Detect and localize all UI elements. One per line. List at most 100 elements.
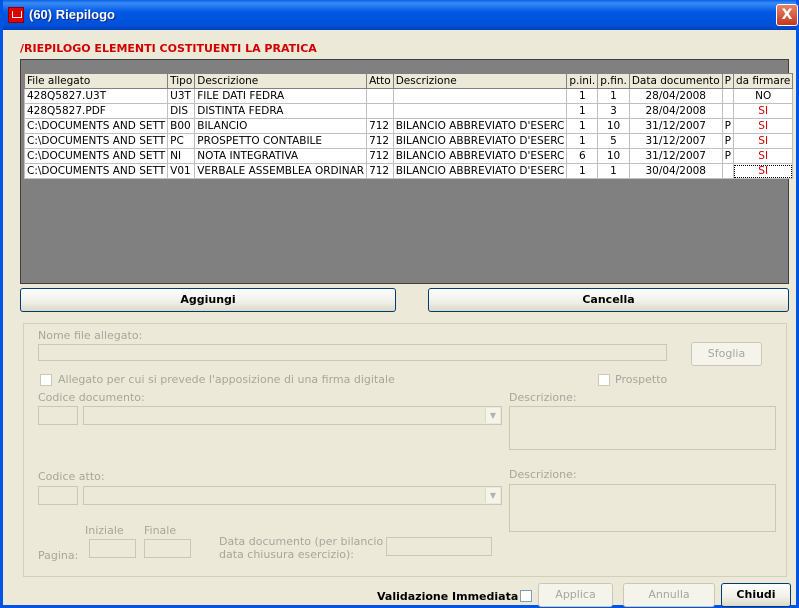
table-cell[interactable]: 712 (366, 148, 394, 164)
table-cell[interactable]: DISTINTA FEDRA (194, 103, 368, 119)
table-cell[interactable]: BILANCIO (194, 118, 368, 134)
col-descrizione[interactable]: Descrizione (194, 73, 368, 89)
table-cell[interactable]: V01 (167, 163, 196, 179)
prospetto-checkbox[interactable] (598, 374, 610, 386)
delete-button[interactable]: Cancella (428, 288, 789, 312)
col-atto[interactable]: Atto (366, 73, 394, 89)
table-cell[interactable]: C:\DOCUMENTS AND SETT (23, 118, 169, 134)
apply-button[interactable]: Applica (538, 583, 613, 607)
table-cell[interactable]: 712 (366, 133, 394, 149)
table-cell[interactable] (366, 103, 394, 119)
table-cell[interactable]: SI (732, 163, 794, 179)
table-cell[interactable] (721, 88, 734, 104)
table-cell[interactable]: PC (167, 133, 196, 149)
col-data-documento[interactable]: Data documento (628, 73, 723, 89)
table-cell[interactable]: PROSPETTO CONTABILE (194, 133, 368, 149)
table-cell[interactable]: 31/12/2007 (628, 148, 723, 164)
table-cell[interactable]: FILE DATI FEDRA (194, 88, 368, 104)
cancel-button[interactable]: Annulla (623, 583, 715, 607)
table-cell[interactable]: DIS (167, 103, 196, 119)
table-cell[interactable] (392, 88, 568, 104)
col-tipo[interactable]: Tipo (167, 73, 196, 89)
table-cell[interactable]: NO (732, 88, 794, 104)
col-p-fin[interactable]: p.fin. (597, 73, 630, 89)
close-window-button[interactable]: X (776, 4, 798, 26)
close-button[interactable]: Chiudi (721, 583, 791, 607)
table-cell[interactable]: 1 (566, 103, 599, 119)
act-code-select[interactable]: ▼ (83, 486, 502, 505)
col-da-firmare[interactable]: da firmare (732, 73, 794, 89)
chevron-down-icon[interactable]: ▼ (485, 488, 500, 503)
table-row[interactable]: C:\DOCUMENTS AND SETT B00 BILANCIO 712 BILAN… (23, 118, 794, 134)
table-row[interactable]: 428Q5827.U3T U3T FILE DATI FEDRA 1 1 28/04/20… (23, 88, 794, 104)
initial-page-input[interactable] (89, 539, 136, 558)
table-cell[interactable]: 1 (566, 163, 599, 179)
table-cell[interactable]: 10 (597, 118, 630, 134)
table-cell[interactable]: 10 (597, 148, 630, 164)
table-cell[interactable]: BILANCIO ABBREVIATO D'ESERC (392, 148, 568, 164)
act-description-field[interactable] (509, 484, 776, 532)
table-cell[interactable]: BILANCIO ABBREVIATO D'ESERC (392, 133, 568, 149)
table-cell[interactable]: 3 (597, 103, 630, 119)
file-name-input[interactable] (38, 344, 667, 361)
table-cell[interactable]: 30/04/2008 (628, 163, 723, 179)
doc-description-field[interactable] (509, 406, 776, 450)
table-cell[interactable]: 28/04/2008 (628, 103, 723, 119)
table-row[interactable]: 428Q5827.PDF DIS DISTINTA FEDRA 1 3 28/04/200… (23, 103, 794, 119)
browse-button[interactable]: Sfoglia (691, 342, 762, 366)
table-cell[interactable]: SI (732, 118, 794, 134)
table-cell[interactable]: C:\DOCUMENTS AND SETT (23, 133, 169, 149)
doc-code-select[interactable]: ▼ (83, 406, 502, 425)
table-cell[interactable]: 5 (597, 133, 630, 149)
table-cell[interactable]: 712 (366, 118, 394, 134)
table-cell[interactable]: 6 (566, 148, 599, 164)
table-cell[interactable]: C:\DOCUMENTS AND SETT (23, 148, 169, 164)
digital-signature-checkbox[interactable] (40, 374, 52, 386)
table-cell[interactable]: 31/12/2007 (628, 133, 723, 149)
table-cell[interactable]: SI (732, 103, 794, 119)
table-cell[interactable]: 712 (366, 163, 394, 179)
table-cell[interactable]: P (721, 133, 734, 149)
table-cell[interactable]: 1 (566, 88, 599, 104)
table-cell[interactable]: P (721, 118, 734, 134)
col-p[interactable]: P (721, 73, 734, 89)
table-cell[interactable]: BILANCIO ABBREVIATO D'ESERC (392, 118, 568, 134)
table-cell[interactable]: 428Q5827.U3T (23, 88, 169, 104)
table-cell[interactable]: U3T (167, 88, 196, 104)
final-page-input[interactable] (144, 539, 191, 558)
table-cell[interactable]: C:\DOCUMENTS AND SETT (23, 163, 169, 179)
table-cell[interactable]: 31/12/2007 (628, 118, 723, 134)
attachments-grid[interactable]: File allegato Tipo Descrizione Atto Desc… (20, 59, 794, 284)
col-p-ini[interactable]: p.ini. (566, 73, 599, 89)
table-row[interactable]: C:\DOCUMENTS AND SETT NI NOTA INTEGRATIVA 7… (23, 148, 794, 164)
table-cell[interactable]: BILANCIO ABBREVIATO D'ESERC (392, 163, 568, 179)
table-cell[interactable]: VERBALE ASSEMBLEA ORDINAR (194, 163, 368, 179)
col-descrizione-atto[interactable]: Descrizione (392, 73, 568, 89)
doc-date-input[interactable] (386, 537, 492, 556)
table-cell[interactable]: NOTA INTEGRATIVA (194, 148, 368, 164)
table-cell[interactable]: 428Q5827.PDF (23, 103, 169, 119)
add-button[interactable]: Aggiungi (20, 288, 396, 312)
table-cell[interactable] (721, 163, 734, 179)
table-cell[interactable] (392, 103, 568, 119)
table-row[interactable]: C:\DOCUMENTS AND SETT V01 VERBALE ASSEMBLE… (23, 163, 794, 179)
col-file-allegato[interactable]: File allegato (23, 73, 169, 89)
table-row[interactable]: C:\DOCUMENTS AND SETT PC PROSPETTO CONTABI… (23, 133, 794, 149)
table-cell[interactable] (721, 103, 734, 119)
table-cell[interactable]: 28/04/2008 (628, 88, 723, 104)
act-code-input[interactable] (38, 486, 78, 505)
chevron-down-icon[interactable]: ▼ (485, 408, 500, 423)
title-bar[interactable]: (60) Riepilogo X (3, 0, 798, 30)
doc-code-input[interactable] (38, 406, 78, 425)
table-cell[interactable] (366, 88, 394, 104)
table-cell[interactable]: SI (732, 148, 794, 164)
table-cell[interactable]: B00 (167, 118, 196, 134)
validation-checkbox[interactable] (520, 590, 532, 602)
table-cell[interactable]: SI (732, 133, 794, 149)
table-cell[interactable]: 1 (597, 88, 630, 104)
table-cell[interactable]: P (721, 148, 734, 164)
table-cell[interactable]: 1 (597, 163, 630, 179)
table-cell[interactable]: 1 (566, 118, 599, 134)
table-cell[interactable]: NI (167, 148, 196, 164)
table-cell[interactable]: 1 (566, 133, 599, 149)
